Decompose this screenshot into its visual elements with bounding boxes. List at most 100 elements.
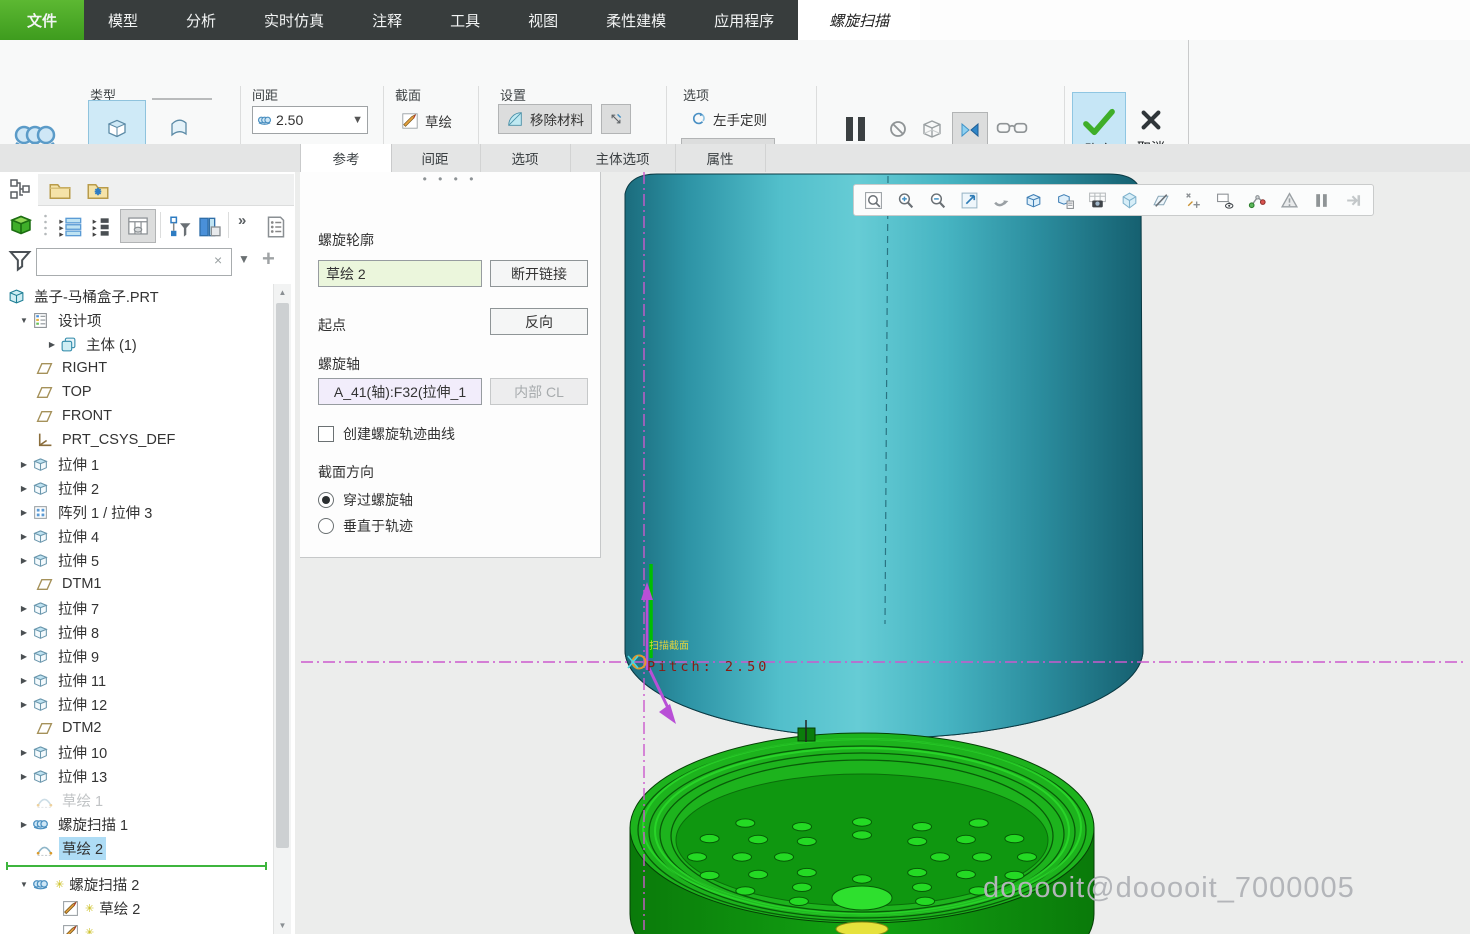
add-filter-icon[interactable]: + [262, 246, 275, 272]
menu-tab-10[interactable]: 螺旋扫描 [798, 0, 920, 40]
pitch-combobox[interactable]: 2.50 ▼ [252, 106, 368, 134]
scrollbar-thumb[interactable] [276, 303, 289, 848]
refit-icon[interactable] [960, 191, 979, 210]
tree-item[interactable]: ▼✳螺旋扫描 2 [0, 872, 273, 896]
expand-list-icon[interactable] [58, 215, 82, 239]
panel-drag-handle[interactable]: • • • • [300, 172, 600, 186]
scroll-up-icon[interactable]: ▲ [274, 284, 291, 301]
tree-search-input[interactable] [36, 248, 232, 276]
zoom-in-icon[interactable] [896, 191, 915, 210]
collapse-list-icon[interactable] [90, 215, 114, 239]
tree-item[interactable]: ▶主体 (1) [0, 332, 273, 356]
drag-handle-icon[interactable] [42, 212, 49, 238]
sketch-button[interactable]: 草绘 [393, 106, 460, 136]
expand-arrow-icon[interactable]: ▶ [16, 676, 32, 685]
expand-arrow-icon[interactable]: ▶ [16, 772, 32, 781]
menu-tab-3[interactable]: 分析 [162, 0, 240, 40]
tree-item[interactable]: TOP [0, 380, 273, 404]
show-cube-icon[interactable] [8, 212, 34, 238]
tree-item[interactable]: ▼设计项 [0, 308, 273, 332]
tree-item[interactable]: ✳草绘 2 [0, 896, 273, 920]
view-cube-icon[interactable] [1024, 191, 1043, 210]
tree-item[interactable]: ▶拉伸 13 [0, 764, 273, 788]
display-style-icon[interactable] [1120, 191, 1139, 210]
tree-item[interactable]: 草绘 1 [0, 788, 273, 812]
step-last-icon[interactable] [1344, 191, 1363, 210]
tree-item[interactable]: ▶拉伸 5 [0, 548, 273, 572]
zoom-box-icon[interactable] [864, 191, 883, 210]
tree-item[interactable]: 盖子-马桶盒子.PRT [0, 284, 273, 308]
tree-filters-icon[interactable] [168, 215, 192, 239]
more-chevron-icon[interactable]: » [238, 212, 246, 229]
tree-item[interactable]: 草绘 2 [0, 836, 273, 860]
tree-scrollbar[interactable]: ▲ ▼ [273, 284, 291, 934]
no-preview-button[interactable] [888, 119, 908, 139]
settings-doc-icon[interactable] [264, 215, 288, 239]
datum-display-icon[interactable] [1152, 191, 1171, 210]
capture-icon[interactable] [1088, 191, 1107, 210]
cylinder-body[interactable] [625, 174, 1143, 738]
orientation-radio-1[interactable]: 穿过螺旋轴 [318, 490, 413, 510]
expand-arrow-icon[interactable]: ▶ [16, 484, 32, 493]
tree-item[interactable]: FRONT [0, 404, 273, 428]
zoom-out-icon[interactable] [928, 191, 947, 210]
menu-tab-7[interactable]: 视图 [504, 0, 582, 40]
expand-arrow-icon[interactable]: ▶ [16, 556, 32, 565]
menu-tab-2[interactable]: 模型 [84, 0, 162, 40]
folder-settings-icon[interactable] [86, 178, 110, 202]
panel-tab-4[interactable]: 主体选项 [570, 144, 676, 172]
tree-columns-button[interactable] [120, 209, 156, 243]
warning-icon[interactable] [1280, 191, 1299, 210]
clear-search-icon[interactable]: × [214, 252, 222, 268]
menu-tab-5[interactable]: 注释 [348, 0, 426, 40]
tree-item[interactable]: ▶拉伸 11 [0, 668, 273, 692]
saved-views-icon[interactable] [1056, 191, 1075, 210]
tree-item[interactable]: ▶拉伸 12 [0, 692, 273, 716]
pause-icon[interactable] [1312, 191, 1331, 210]
panel-tab-5[interactable]: 属性 [675, 144, 766, 172]
insert-locator[interactable] [0, 860, 273, 872]
tree-item[interactable]: ▶螺旋扫描 1 [0, 812, 273, 836]
expand-arrow-icon[interactable]: ▶ [16, 748, 32, 757]
tree-item[interactable]: ▶拉伸 2 [0, 476, 273, 500]
expand-arrow-icon[interactable]: ▶ [16, 460, 32, 469]
expand-arrow-icon[interactable]: ▶ [16, 820, 32, 829]
radio-icon[interactable] [318, 518, 334, 534]
expand-arrow-icon[interactable]: ▶ [16, 628, 32, 637]
panel-tab-3[interactable]: 选项 [480, 144, 571, 172]
filter-funnel-icon[interactable] [8, 248, 32, 272]
pitch-caret-icon[interactable]: ▼ [352, 114, 363, 126]
tree-item[interactable]: DTM1 [0, 572, 273, 596]
tree-item[interactable]: ▶拉伸 4 [0, 524, 273, 548]
annotation-display-icon[interactable] [1184, 191, 1203, 210]
pause-button[interactable] [843, 114, 869, 144]
geometry-preview-button[interactable] [952, 112, 988, 148]
tree-item[interactable]: ▶拉伸 1 [0, 452, 273, 476]
tree-item[interactable]: ▶拉伸 10 [0, 740, 273, 764]
pitch-annotation[interactable]: Pitch: 2.50 [647, 659, 769, 675]
spin-center-icon[interactable] [992, 191, 1011, 210]
expand-arrow-icon[interactable]: ▶ [16, 604, 32, 613]
expand-arrow-icon[interactable]: ▶ [16, 532, 32, 541]
wireframe-preview-button[interactable] [920, 118, 944, 140]
graph-nodes-icon[interactable] [1248, 191, 1267, 210]
checkbox-icon[interactable] [318, 426, 334, 442]
menu-tab-4[interactable]: 实时仿真 [240, 0, 348, 40]
search-caret-icon[interactable]: ▼ [238, 252, 250, 266]
tree-item[interactable]: ▶拉伸 9 [0, 644, 273, 668]
column-display-icon[interactable] [198, 215, 222, 239]
menu-tab-1[interactable]: 文件 [0, 0, 84, 40]
tree-item[interactable]: ▶拉伸 8 [0, 620, 273, 644]
verify-glasses-button[interactable] [996, 119, 1028, 139]
expand-arrow-icon[interactable]: ▶ [16, 652, 32, 661]
expand-arrow-icon[interactable]: ▶ [16, 508, 32, 517]
model-tree-tab-icon[interactable] [8, 177, 32, 201]
collapse-arrow-icon[interactable]: ▼ [16, 880, 32, 889]
remove-material-button[interactable]: 移除材料 [498, 104, 592, 134]
expand-arrow-icon[interactable]: ▶ [44, 340, 60, 349]
left-hand-rule-button[interactable]: 左手定则 [681, 104, 775, 134]
tree-item[interactable]: PRT_CSYS_DEF [0, 428, 273, 452]
axis-collector[interactable]: A_41(轴):F32(拉伸_1 [318, 378, 482, 405]
show-annotations-icon[interactable] [1216, 191, 1235, 210]
panel-tab-2[interactable]: 间距 [390, 144, 481, 172]
